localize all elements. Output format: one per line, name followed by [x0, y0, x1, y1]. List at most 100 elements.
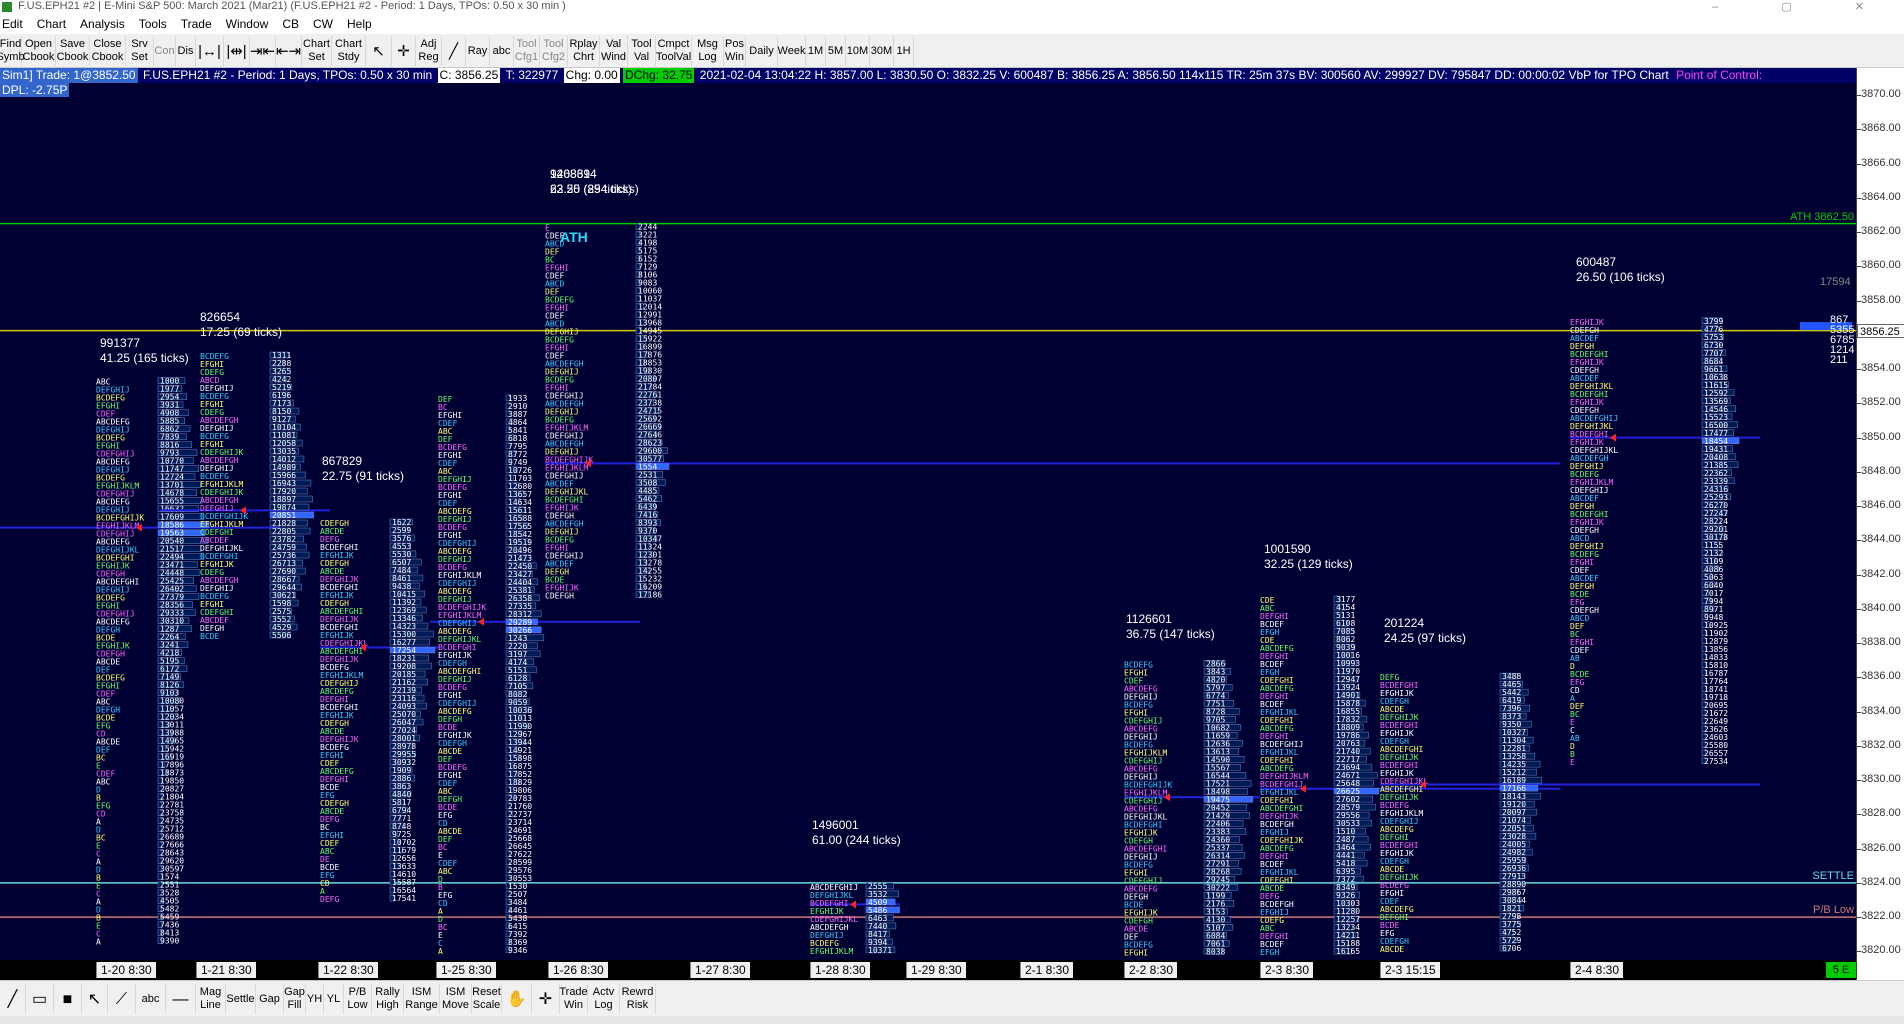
crosshair-icon[interactable]: ✛ [532, 984, 560, 1014]
toolbar-msg-log-button[interactable]: Msg Log [692, 36, 724, 66]
session-stats-label: 991377 41.25 (165 ticks) [100, 336, 189, 366]
menu-window[interactable]: Window [226, 14, 269, 31]
menu-cb[interactable]: CB [282, 14, 299, 31]
price-label: 3838.00 [1861, 636, 1901, 649]
date-label: 2-3 15:15 [1380, 962, 1440, 978]
toolbar-adj-reg-button[interactable]: Adj Reg [416, 36, 442, 66]
filled-rectangle-icon[interactable]: ■ [54, 984, 82, 1014]
toolbar-chart-stdy-button[interactable]: Chart Stdy [332, 36, 366, 66]
price-label: 3840.00 [1861, 601, 1901, 614]
price-label: 3848.00 [1861, 464, 1901, 477]
drawbar-rally-high-button[interactable]: Rally High [372, 984, 404, 1014]
toolbar-save-cbook-button[interactable]: Save Cbook [56, 36, 90, 66]
reference-label-ath: ATH 3862.50 [1789, 210, 1854, 223]
volume-value: 9346 [508, 946, 527, 955]
rectangle-tool-icon[interactable]: ▭ [26, 984, 54, 1014]
window-controls[interactable]: – ▢ ✕ [1712, 0, 1894, 13]
toolbar-chart-set-button[interactable]: Chart Set [302, 36, 332, 66]
session-volume: 1496001 [812, 818, 859, 832]
toolbar-dis-button[interactable]: Dis [176, 36, 196, 66]
line-draw-icon[interactable]: ╱ [442, 36, 466, 66]
price-label: 3858.00 [1861, 293, 1901, 306]
drawbar-pb-low-button[interactable]: P/B Low [344, 984, 372, 1014]
drawbar-trade-win-button[interactable]: Trade Win [559, 984, 588, 1014]
toolbar-tool-val-button[interactable]: Tool Val [628, 36, 656, 66]
toolbar-srv-set-button[interactable]: Srv Set [126, 36, 154, 66]
date-axis[interactable]: 5 E 1-20 8:30 1-21 8:30 1-22 8:30 1-25 8:30… [0, 960, 1856, 980]
drawbar-yl-button[interactable]: YL [324, 984, 344, 1014]
toolbar-rplay-chrt-button[interactable]: Rplay Chrt [568, 36, 600, 66]
toolbar-5m-button[interactable]: 5M [826, 36, 846, 66]
hand-pan-icon[interactable]: ✋ [502, 984, 532, 1014]
zoom-in-bars-icon[interactable]: |⇹| [224, 36, 250, 66]
session-range: 61.00 (244 ticks) [812, 833, 901, 847]
draw-line-icon[interactable]: ⟋ [108, 984, 136, 1014]
drawbar-reset-scale-button[interactable]: Reset Scale [472, 984, 502, 1014]
crosshair-icon[interactable]: ✛ [392, 36, 416, 66]
toolbar-val-wind-button[interactable]: Val Wind [600, 36, 628, 66]
toolbar-cmpct-toolval-button[interactable]: Cmpct ToolVal [656, 36, 692, 66]
line-tool-icon[interactable]: ╱ [0, 984, 26, 1014]
menu-help[interactable]: Help [347, 14, 372, 31]
toolbar-daily-button[interactable]: Daily [746, 36, 778, 66]
toolbar-tool-cfg1-button[interactable]: Tool Cfg1 [514, 36, 540, 66]
main-toolbar: Find Symb Open Cbook Save Cbook Close Cbook… [0, 34, 1904, 68]
price-label: 3860.00 [1861, 259, 1901, 272]
menu-analysis[interactable]: Analysis [80, 14, 125, 31]
session-stats-label: 1496001 61.00 (244 ticks) [812, 818, 901, 848]
drawbar-abc-button[interactable]: abc [136, 984, 166, 1014]
toolbar-10m-button[interactable]: 10M [846, 36, 870, 66]
toolbar-30m-button[interactable]: 30M [870, 36, 894, 66]
menu-trade[interactable]: Trade [181, 14, 212, 31]
toolbar-pos-win-button[interactable]: Pos Win [724, 36, 746, 66]
horizontal-line-icon[interactable]: — [166, 984, 196, 1014]
session-stats-label: 867829 22.75 (91 ticks) [322, 454, 404, 484]
toolbar-tool-cfg2-button[interactable]: Tool Cfg2 [540, 36, 568, 66]
price-label: 3828.00 [1861, 807, 1901, 820]
menu-tools[interactable]: Tools [139, 14, 167, 31]
toolbar-abc-button[interactable]: abc [490, 36, 514, 66]
menu-edit[interactable]: Edit [2, 14, 23, 31]
expand-icon[interactable]: ⇤⇥ [276, 36, 302, 66]
toolbar-1m-button[interactable]: 1M [806, 36, 826, 66]
menu-cw[interactable]: CW [313, 14, 333, 31]
tpo-letters: CDEFGH [545, 592, 574, 601]
drawbar-rewrd-risk-button[interactable]: Rewrd Risk [620, 984, 656, 1014]
compress-icon[interactable]: ⇥⇤ [250, 36, 276, 66]
daily-change-value: DChg: 32.75 [623, 68, 695, 83]
toolbar-1h-button[interactable]: 1H [894, 36, 914, 66]
drawbar-gap-fill-button[interactable]: Gap Fill [284, 984, 306, 1014]
tpo-chart-area[interactable]: ABC DEFGHIJ BCDEFG EFGHI CDEF ABCDEFG DEFGHIJ B… [0, 68, 1856, 960]
session-volume: 201224 [1384, 616, 1425, 630]
price-label: 3822.00 [1861, 910, 1901, 923]
tpo-letters: DEFG [320, 895, 339, 904]
sim-trade-status[interactable]: Sim1] Trade: 1@3852.50 [0, 68, 138, 83]
arrow-pointer-icon[interactable]: ↖ [82, 984, 108, 1014]
drawbar-actv-log-button[interactable]: Actv Log [588, 984, 620, 1014]
drawbar-settle-button[interactable]: Settle [226, 984, 256, 1014]
session-range: 36.75 (147 ticks) [1126, 627, 1215, 641]
drawbar-yh-button[interactable]: YH [306, 984, 324, 1014]
toolbar-close-cbook-button[interactable]: Close Cbook [90, 36, 126, 66]
toolbar-find-symb-button[interactable]: Find Symb [0, 36, 25, 66]
drawbar-gap-button[interactable]: Gap [256, 984, 284, 1014]
tpo-letters: EFGHI [1124, 948, 1148, 957]
toolbar-open-cbook-button[interactable]: Open Cbook [22, 36, 56, 66]
menu-chart[interactable]: Chart [37, 14, 66, 31]
drawbar-ism-range-button[interactable]: ISM Range [404, 984, 440, 1014]
app-icon [2, 2, 12, 12]
price-axis[interactable]: 3870.00 3868.00 3866.00 3864.00 3862.00 3860.… [1856, 68, 1904, 980]
toolbar-week-button[interactable]: Week [778, 36, 806, 66]
price-label: 3834.00 [1861, 704, 1901, 717]
price-label: 3836.00 [1861, 670, 1901, 683]
toolbar-con-button[interactable]: Con [154, 36, 176, 66]
price-label: 3844.00 [1861, 533, 1901, 546]
tpo-chart-svg[interactable]: ABCDEFGHIJBCDEFGEFGHICDEFABCDEFGDEFGHIJB… [0, 68, 1856, 960]
zoom-out-bars-icon[interactable]: |↔| [196, 36, 224, 66]
drawbar-mag-line-button[interactable]: Mag Line [196, 984, 226, 1014]
date-label: 1-20 8:30 [96, 962, 156, 978]
pointer-icon[interactable]: ↖ [366, 36, 392, 66]
drawbar-ism-move-button[interactable]: ISM Move [440, 984, 472, 1014]
toolbar-ray-button[interactable]: Ray [466, 36, 490, 66]
dpl-readout: DPL: -2.75P [0, 83, 70, 97]
